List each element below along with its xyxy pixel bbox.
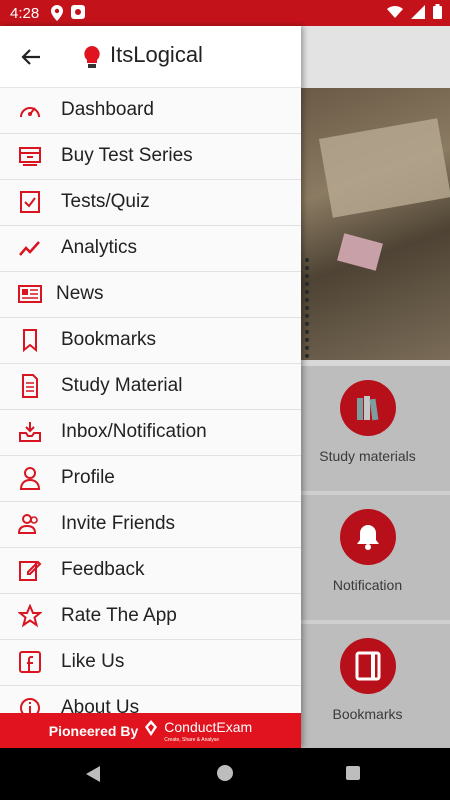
tile-study-materials[interactable]: Study materials: [300, 366, 450, 495]
tile-label: Notification: [332, 577, 403, 593]
star-icon: [17, 604, 43, 628]
menu-item-label: Analytics: [61, 237, 138, 258]
notification-app-icon: [70, 4, 86, 27]
menu-item-feedback[interactable]: Feedback: [0, 548, 301, 594]
menu-item-label: Like Us: [61, 651, 125, 672]
wifi-icon: [387, 5, 403, 24]
app-title: ItsLogical: [110, 42, 203, 67]
status-time: 4:28: [10, 5, 40, 22]
menu-item-analytics[interactable]: Analytics: [0, 226, 301, 272]
quiz-icon: [17, 190, 43, 214]
analytics-icon: [17, 236, 43, 260]
menu-item-tests-quiz[interactable]: Tests/Quiz: [0, 180, 301, 226]
menu-item-label: Buy Test Series: [61, 145, 193, 166]
menu-item-label: Study Material: [61, 375, 183, 396]
footer-brand-block: ConductExam Create, Share & Analyse: [164, 719, 252, 743]
pioneered-by-footer[interactable]: Pioneered By ConductExam Create, Share &…: [0, 713, 301, 748]
menu-item-label: Feedback: [61, 559, 145, 580]
status-bar: 4:28: [0, 0, 450, 26]
menu-item-profile[interactable]: Profile: [0, 456, 301, 502]
menu-item-dashboard[interactable]: Dashboard: [0, 88, 301, 134]
dashboard-icon: [17, 98, 43, 122]
tile-bookmarks[interactable]: Bookmarks: [300, 624, 450, 753]
menu-item-study-material[interactable]: Study Material: [0, 364, 301, 410]
cart-icon: [17, 144, 43, 168]
app-logo: [79, 43, 105, 71]
menu-item-buy-test-series[interactable]: Buy Test Series: [0, 134, 301, 180]
footer-tagline: Create, Share & Analyse: [164, 736, 220, 743]
location-icon: [50, 4, 64, 27]
nav-back-icon[interactable]: [86, 766, 100, 782]
navigation-drawer: ItsLogical Dashboard Buy Test Series Tes…: [0, 26, 301, 748]
menu-item-rate-the-app[interactable]: Rate The App: [0, 594, 301, 640]
drawer-header: ItsLogical: [0, 26, 301, 88]
battery-icon: [433, 4, 442, 24]
bell-icon: [340, 509, 396, 565]
feedback-icon: [17, 558, 43, 582]
hero-image: [300, 88, 450, 360]
menu-item-bookmarks[interactable]: Bookmarks: [0, 318, 301, 364]
footer-brand: ConductExam: [164, 718, 253, 735]
tile-label: Study materials: [319, 448, 416, 464]
nav-home-icon[interactable]: [217, 765, 233, 781]
facebook-icon: [17, 650, 43, 674]
menu-item-label: Rate The App: [61, 605, 177, 626]
menu-item-label: News: [56, 283, 104, 304]
bookmark-icon: [17, 328, 43, 352]
menu-item-like-us[interactable]: Like Us: [0, 640, 301, 686]
menu-item-invite-friends[interactable]: Invite Friends: [0, 502, 301, 548]
profile-icon: [17, 466, 43, 490]
invite-icon: [17, 512, 43, 536]
menu-item-inbox-notification[interactable]: Inbox/Notification: [0, 410, 301, 456]
document-icon: [17, 374, 43, 398]
menu-item-label: Dashboard: [61, 99, 154, 120]
menu-item-news[interactable]: News: [0, 272, 301, 318]
books-icon: [340, 380, 396, 436]
back-arrow-icon[interactable]: [18, 44, 44, 70]
conductexam-logo-icon: [144, 719, 158, 742]
menu-item-label: Bookmarks: [61, 329, 157, 350]
notebook-icon: [340, 638, 396, 694]
nav-recents-icon[interactable]: [346, 766, 360, 780]
menu-item-label: Profile: [61, 467, 115, 488]
menu-item-label: Inbox/Notification: [61, 421, 207, 442]
system-nav-bar: [0, 748, 450, 800]
signal-icon: [411, 4, 425, 24]
drawer-menu: Dashboard Buy Test Series Tests/Quiz Ana…: [0, 88, 301, 732]
menu-item-label: Tests/Quiz: [61, 191, 150, 212]
tile-label: Bookmarks: [332, 706, 403, 722]
tile-notification[interactable]: Notification: [300, 495, 450, 624]
news-icon: [17, 282, 43, 306]
inbox-icon: [17, 420, 43, 444]
menu-item-label: Invite Friends: [61, 513, 176, 534]
footer-text: Pioneered By: [48, 722, 139, 739]
